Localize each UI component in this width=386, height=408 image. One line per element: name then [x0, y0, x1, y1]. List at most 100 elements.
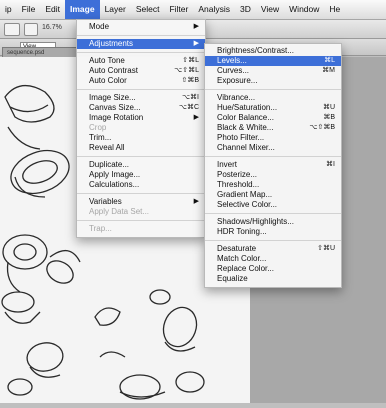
menu-item-auto-tone[interactable]: Auto Tone ⇧⌘L [77, 56, 205, 66]
menu-item-label: Selective Color... [217, 200, 278, 209]
menu-item-brightness-contrast[interactable]: Brightness/Contrast... [205, 46, 341, 56]
menu-separator [77, 156, 205, 157]
submenu-arrow-icon: ▶ [193, 23, 199, 30]
menu-item-label: Exposure... [217, 76, 258, 85]
menu-item-label: Levels... [217, 56, 247, 65]
tool-preset-button[interactable] [4, 23, 20, 36]
menu-item-hdr-toning[interactable]: HDR Toning... [205, 227, 341, 237]
menu-item-trap: Trap... [77, 224, 205, 234]
zoom-level[interactable]: 16.7% [42, 24, 62, 31]
menu-item-calculations[interactable]: Calculations... [77, 180, 205, 190]
menu-item-trim[interactable]: Trim... [77, 133, 205, 143]
menu-item-shortcut: ⌘B [323, 114, 335, 121]
adjustments-submenu: Brightness/Contrast... Levels... ⌘L Curves.… [204, 43, 342, 288]
menu-item-shadows-highlights[interactable]: Shadows/Highlights... [205, 217, 341, 227]
menu-item-invert[interactable]: Invert ⌘I [205, 160, 341, 170]
menu-item-canvas-size[interactable]: Canvas Size... ⌥⌘C [77, 103, 205, 113]
menu-item-label: Brightness/Contrast... [217, 46, 294, 55]
menubar-item-edit[interactable]: Edit [40, 0, 65, 19]
view-extras-button[interactable] [24, 23, 38, 36]
menu-item-channel-mixer[interactable]: Channel Mixer... [205, 143, 341, 153]
menu-item-label: Shadows/Highlights... [217, 217, 294, 226]
menu-item-label: Vibrance... [217, 93, 256, 102]
menubar-item-image[interactable]: Image [64, 0, 100, 19]
menu-item-image-size[interactable]: Image Size... ⌥⌘I [77, 93, 205, 103]
menubar-item-layer[interactable]: Layer [100, 0, 131, 19]
menu-item-shortcut: ⌘M [322, 67, 335, 74]
menu-item-match-color[interactable]: Match Color... [205, 254, 341, 264]
menu-item-vibrance[interactable]: Vibrance... [205, 93, 341, 103]
menu-item-desaturate[interactable]: Desaturate ⇧⌘U [205, 244, 341, 254]
menu-item-hue-saturation[interactable]: Hue/Saturation... ⌘U [205, 103, 341, 113]
menu-separator [77, 220, 205, 221]
menu-item-photo-filter[interactable]: Photo Filter... [205, 133, 341, 143]
menu-separator [77, 35, 205, 36]
menu-item-crop: Crop [77, 123, 205, 133]
menu-separator [205, 156, 341, 157]
menu-item-curves[interactable]: Curves... ⌘M [205, 66, 341, 76]
menu-item-variables[interactable]: Variables ▶ [77, 197, 205, 207]
menu-item-adjustments[interactable]: Adjustments ▶ [77, 39, 205, 49]
menu-item-label: Match Color... [217, 254, 267, 263]
menu-item-mode[interactable]: Mode ▶ [77, 22, 205, 32]
submenu-arrow-icon: ▶ [193, 40, 199, 47]
menu-item-black-white[interactable]: Black & White... ⌥⇧⌘B [205, 123, 341, 133]
menubar-item-window[interactable]: Window [284, 0, 324, 19]
menu-item-label: Auto Contrast [89, 66, 138, 75]
menu-item-apply-image[interactable]: Apply Image... [77, 170, 205, 180]
menubar-item-select[interactable]: Select [131, 0, 165, 19]
menu-item-gradient-map[interactable]: Gradient Map... [205, 190, 341, 200]
menu-item-label: Canvas Size... [89, 103, 141, 112]
menu-item-auto-color[interactable]: Auto Color ⇧⌘B [77, 76, 205, 86]
menu-item-color-balance[interactable]: Color Balance... ⌘B [205, 113, 341, 123]
menu-item-levels[interactable]: Levels... ⌘L [205, 56, 341, 66]
menu-separator [205, 89, 341, 90]
menu-item-label: Trim... [89, 133, 112, 142]
menubar-item-view[interactable]: View [256, 0, 284, 19]
menu-item-label: Curves... [217, 66, 250, 75]
menu-item-label: Black & White... [217, 123, 274, 132]
menu-item-label: Adjustments [89, 39, 134, 48]
menu-item-posterize[interactable]: Posterize... [205, 170, 341, 180]
menubar-item-filter[interactable]: Filter [164, 0, 193, 19]
menu-item-replace-color[interactable]: Replace Color... [205, 264, 341, 274]
menu-item-label: Invert [217, 160, 238, 169]
menu-separator [205, 240, 341, 241]
menu-item-label: Photo Filter... [217, 133, 265, 142]
menu-item-label: HDR Toning... [217, 227, 267, 236]
menu-item-equalize[interactable]: Equalize [205, 274, 341, 284]
submenu-arrow-icon: ▶ [193, 198, 199, 205]
menubar-item-analysis[interactable]: Analysis [193, 0, 235, 19]
menu-item-image-rotation[interactable]: Image Rotation ▶ [77, 113, 205, 123]
menubar-item-3d[interactable]: 3D [235, 0, 256, 19]
submenu-arrow-icon: ▶ [193, 114, 199, 121]
menu-item-label: Desaturate [217, 244, 257, 253]
menu-item-selective-color[interactable]: Selective Color... [205, 200, 341, 210]
menubar-item-file[interactable]: File [17, 0, 41, 19]
image-menu: Mode ▶ Adjustments ▶ Auto Tone ⇧⌘L Auto Contra… [76, 19, 206, 238]
menu-item-shortcut: ⌘I [326, 161, 335, 168]
menu-item-shortcut: ⌘L [324, 57, 335, 64]
menu-item-duplicate[interactable]: Duplicate... [77, 160, 205, 170]
menu-item-label: Image Rotation [89, 113, 144, 122]
menu-item-exposure[interactable]: Exposure... [205, 76, 341, 86]
menu-item-shortcut: ⌥⌘C [178, 104, 199, 111]
menu-item-label: Color Balance... [217, 113, 274, 122]
menu-item-shortcut: ⌥⌘I [181, 94, 199, 101]
menu-item-shortcut: ⇧⌘U [317, 245, 335, 252]
menu-item-label: Auto Color [89, 76, 127, 85]
menubar-item-ip[interactable]: ip [0, 0, 17, 19]
menu-item-threshold[interactable]: Threshold... [205, 180, 341, 190]
menu-item-label: Auto Tone [89, 56, 125, 65]
menu-item-label: Replace Color... [217, 264, 274, 273]
menu-separator [205, 213, 341, 214]
menubar-item-he[interactable]: He [324, 0, 345, 19]
menu-item-shortcut: ⌥⇧⌘B [309, 124, 335, 131]
menu-item-shortcut: ⌥⇧⌘L [174, 67, 199, 74]
menu-item-shortcut: ⌘U [322, 104, 335, 111]
menu-item-apply-data-set: Apply Data Set... [77, 207, 205, 217]
menu-item-auto-contrast[interactable]: Auto Contrast ⌥⇧⌘L [77, 66, 205, 76]
menu-item-reveal-all[interactable]: Reveal All [77, 143, 205, 153]
menu-item-label: Hue/Saturation... [217, 103, 278, 112]
menu-item-label: Gradient Map... [217, 190, 273, 199]
